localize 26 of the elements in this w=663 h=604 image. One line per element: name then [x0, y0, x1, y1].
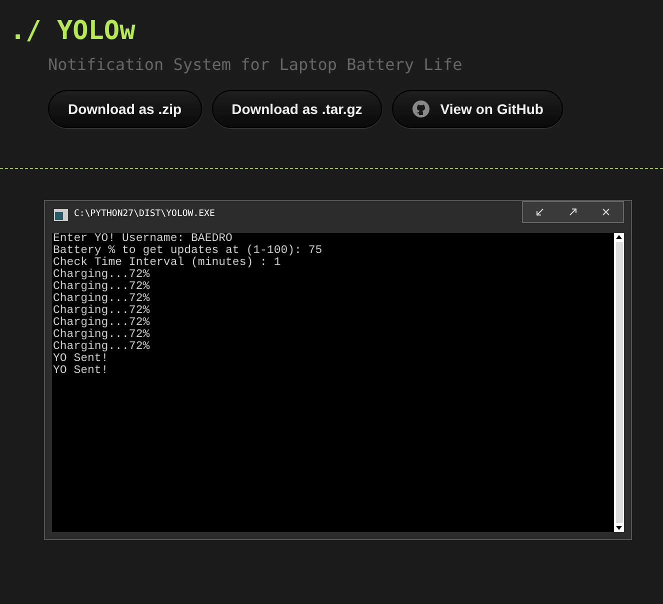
- console-line: Charging...72%: [53, 305, 150, 317]
- scrollbar[interactable]: [614, 233, 624, 532]
- site-subtitle: Notification System for Laptop Battery Life: [48, 54, 462, 76]
- close-icon[interactable]: [602, 208, 610, 216]
- github-icon: [412, 100, 430, 118]
- console-line: Charging...72%: [53, 293, 150, 305]
- maximize-icon[interactable]: [568, 208, 577, 216]
- download-button[interactable]: Download as .tar.gz: [212, 90, 382, 128]
- scroll-down-icon[interactable]: [616, 526, 622, 530]
- console-line: Check Time Interval (minutes) : 1: [53, 257, 281, 269]
- console-line: YO Sent!: [53, 365, 108, 377]
- console-line: YO Sent!: [53, 353, 108, 365]
- console-line: Enter YO! Username: BAEDRO: [53, 233, 232, 245]
- console-line: Charging...72%: [53, 341, 150, 353]
- scroll-up-icon[interactable]: [616, 235, 622, 239]
- github-button[interactable]: View on GitHub: [392, 90, 564, 128]
- site-title: ./ YOLOw: [10, 15, 136, 48]
- console-line: Charging...72%: [53, 317, 150, 329]
- window-title: C:\PYTHON27\DIST\YOLOW.EXE: [74, 208, 215, 221]
- console-line: Battery % to get updates at (1-100): 75: [53, 245, 322, 257]
- console-line: Charging...72%: [53, 269, 150, 281]
- console-app-icon: [54, 208, 68, 220]
- console-line: Charging...72%: [53, 329, 150, 341]
- download-button[interactable]: Download as .zip: [48, 90, 202, 128]
- console-line: Charging...72%: [53, 281, 150, 293]
- minimize-icon[interactable]: [536, 208, 544, 216]
